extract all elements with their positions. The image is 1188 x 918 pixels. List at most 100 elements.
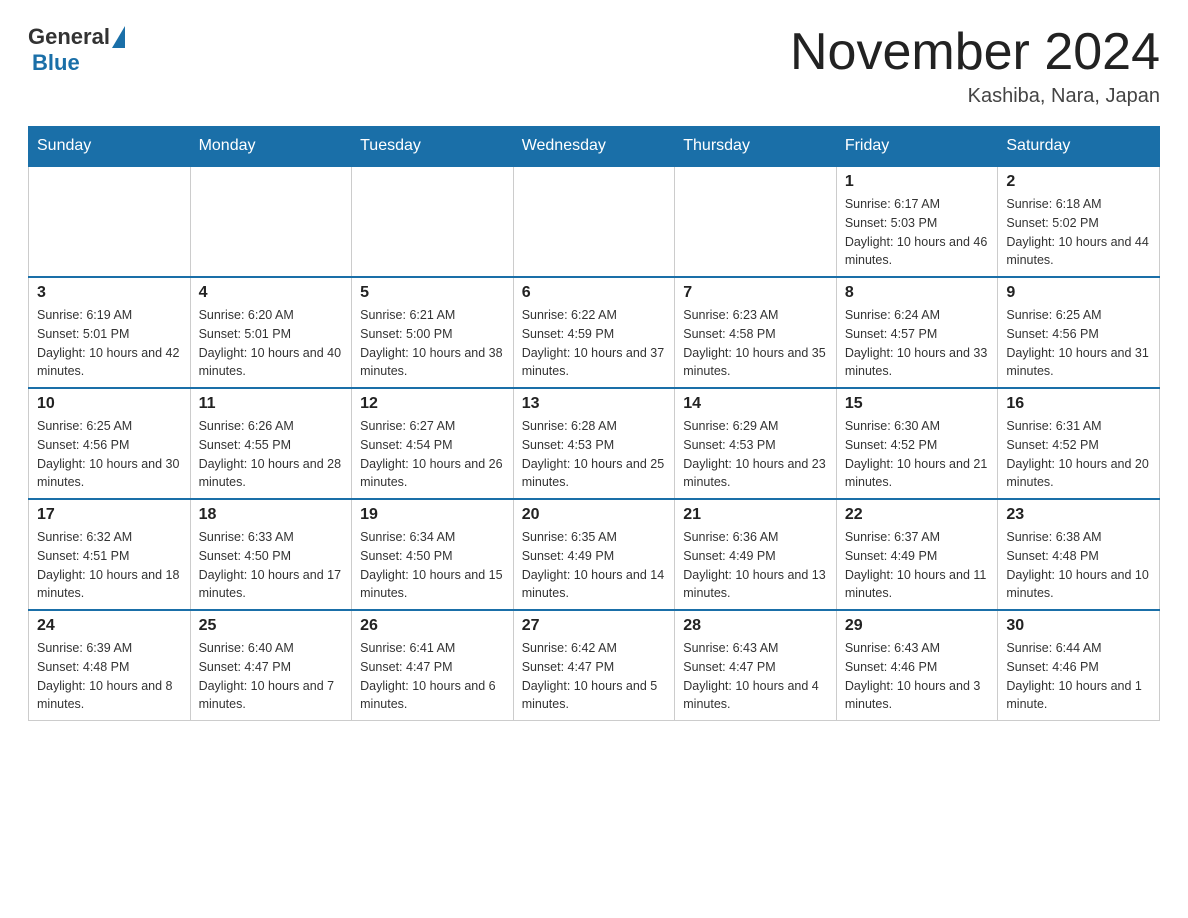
day-info: Sunrise: 6:34 AM Sunset: 4:50 PM Dayligh… — [360, 528, 505, 603]
calendar-cell-week5-day1: 24 Sunrise: 6:39 AM Sunset: 4:48 PM Dayli… — [29, 610, 191, 721]
calendar-cell-week4-day6: 22 Sunrise: 6:37 AM Sunset: 4:49 PM Dayli… — [836, 499, 998, 610]
day-number: 10 — [37, 395, 182, 413]
day-info: Sunrise: 6:30 AM Sunset: 4:52 PM Dayligh… — [845, 417, 990, 492]
col-header-saturday: Saturday — [998, 127, 1160, 167]
day-number: 30 — [1006, 617, 1151, 635]
day-info: Sunrise: 6:39 AM Sunset: 4:48 PM Dayligh… — [37, 639, 182, 714]
calendar-cell-week4-day5: 21 Sunrise: 6:36 AM Sunset: 4:49 PM Dayli… — [675, 499, 837, 610]
day-info: Sunrise: 6:38 AM Sunset: 4:48 PM Dayligh… — [1006, 528, 1151, 603]
day-number: 23 — [1006, 506, 1151, 524]
day-info: Sunrise: 6:31 AM Sunset: 4:52 PM Dayligh… — [1006, 417, 1151, 492]
day-number: 2 — [1006, 173, 1151, 191]
day-number: 17 — [37, 506, 182, 524]
calendar-cell-week2-day2: 4 Sunrise: 6:20 AM Sunset: 5:01 PM Daylig… — [190, 277, 352, 388]
calendar-header-row: Sunday Monday Tuesday Wednesday Thursday… — [29, 127, 1160, 167]
day-info: Sunrise: 6:25 AM Sunset: 4:56 PM Dayligh… — [1006, 306, 1151, 381]
calendar-cell-week2-day5: 7 Sunrise: 6:23 AM Sunset: 4:58 PM Daylig… — [675, 277, 837, 388]
calendar-cell-week3-day2: 11Sunrise: 6:26 AM Sunset: 4:55 PM Dayli… — [190, 388, 352, 499]
day-number: 21 — [683, 506, 828, 524]
calendar-week-row-3: 10 Sunrise: 6:25 AM Sunset: 4:56 PM Dayli… — [29, 388, 1160, 499]
day-info: Sunrise: 6:41 AM Sunset: 4:47 PM Dayligh… — [360, 639, 505, 714]
day-number: 1 — [845, 173, 990, 191]
day-info: Sunrise: 6:35 AM Sunset: 4:49 PM Dayligh… — [522, 528, 667, 603]
day-info: Sunrise: 6:27 AM Sunset: 4:54 PM Dayligh… — [360, 417, 505, 492]
calendar-week-row-1: 1 Sunrise: 6:17 AM Sunset: 5:03 PM Daylig… — [29, 166, 1160, 277]
calendar-cell-week1-day3 — [352, 166, 514, 277]
day-info: Sunrise: 6:36 AM Sunset: 4:49 PM Dayligh… — [683, 528, 828, 603]
day-number: 14 — [683, 395, 828, 413]
day-info: Sunrise: 6:40 AM Sunset: 4:47 PM Dayligh… — [199, 639, 344, 714]
day-info: Sunrise: 6:24 AM Sunset: 4:57 PM Dayligh… — [845, 306, 990, 381]
day-number: 4 — [199, 284, 344, 302]
col-header-monday: Monday — [190, 127, 352, 167]
logo: General Blue — [28, 24, 127, 76]
calendar-cell-week3-day6: 15 Sunrise: 6:30 AM Sunset: 4:52 PM Dayli… — [836, 388, 998, 499]
day-info: Sunrise: 6:20 AM Sunset: 5:01 PM Dayligh… — [199, 306, 344, 381]
location: Kashiba, Nara, Japan — [790, 85, 1160, 108]
calendar-cell-week4-day4: 20Sunrise: 6:35 AM Sunset: 4:49 PM Dayli… — [513, 499, 675, 610]
calendar-cell-week4-day7: 23 Sunrise: 6:38 AM Sunset: 4:48 PM Dayli… — [998, 499, 1160, 610]
day-info: Sunrise: 6:29 AM Sunset: 4:53 PM Dayligh… — [683, 417, 828, 492]
logo-blue-text: Blue — [32, 50, 80, 75]
month-title: November 2024 — [790, 24, 1160, 81]
calendar-cell-week4-day3: 19 Sunrise: 6:34 AM Sunset: 4:50 PM Dayli… — [352, 499, 514, 610]
calendar-cell-week5-day7: 30 Sunrise: 6:44 AM Sunset: 4:46 PM Dayli… — [998, 610, 1160, 721]
calendar-cell-week2-day7: 9Sunrise: 6:25 AM Sunset: 4:56 PM Daylig… — [998, 277, 1160, 388]
day-info: Sunrise: 6:17 AM Sunset: 5:03 PM Dayligh… — [845, 195, 990, 270]
calendar-cell-week1-day4 — [513, 166, 675, 277]
day-number: 8 — [845, 284, 990, 302]
col-header-wednesday: Wednesday — [513, 127, 675, 167]
day-number: 19 — [360, 506, 505, 524]
day-number: 24 — [37, 617, 182, 635]
day-number: 12 — [360, 395, 505, 413]
day-info: Sunrise: 6:19 AM Sunset: 5:01 PM Dayligh… — [37, 306, 182, 381]
day-number: 22 — [845, 506, 990, 524]
day-number: 6 — [522, 284, 667, 302]
day-number: 15 — [845, 395, 990, 413]
day-number: 13 — [522, 395, 667, 413]
header-right: November 2024 Kashiba, Nara, Japan — [790, 24, 1160, 108]
col-header-tuesday: Tuesday — [352, 127, 514, 167]
day-info: Sunrise: 6:33 AM Sunset: 4:50 PM Dayligh… — [199, 528, 344, 603]
col-header-thursday: Thursday — [675, 127, 837, 167]
calendar-cell-week3-day3: 12 Sunrise: 6:27 AM Sunset: 4:54 PM Dayli… — [352, 388, 514, 499]
calendar-cell-week1-day5 — [675, 166, 837, 277]
day-info: Sunrise: 6:25 AM Sunset: 4:56 PM Dayligh… — [37, 417, 182, 492]
day-info: Sunrise: 6:22 AM Sunset: 4:59 PM Dayligh… — [522, 306, 667, 381]
day-number: 28 — [683, 617, 828, 635]
calendar-week-row-4: 17 Sunrise: 6:32 AM Sunset: 4:51 PM Dayli… — [29, 499, 1160, 610]
day-number: 29 — [845, 617, 990, 635]
day-number: 3 — [37, 284, 182, 302]
calendar-week-row-2: 3 Sunrise: 6:19 AM Sunset: 5:01 PM Daylig… — [29, 277, 1160, 388]
calendar-cell-week4-day1: 17 Sunrise: 6:32 AM Sunset: 4:51 PM Dayli… — [29, 499, 191, 610]
day-info: Sunrise: 6:32 AM Sunset: 4:51 PM Dayligh… — [37, 528, 182, 603]
calendar-cell-week2-day6: 8 Sunrise: 6:24 AM Sunset: 4:57 PM Daylig… — [836, 277, 998, 388]
calendar-cell-week3-day5: 14 Sunrise: 6:29 AM Sunset: 4:53 PM Dayli… — [675, 388, 837, 499]
calendar-cell-week5-day5: 28 Sunrise: 6:43 AM Sunset: 4:47 PM Dayli… — [675, 610, 837, 721]
day-info: Sunrise: 6:23 AM Sunset: 4:58 PM Dayligh… — [683, 306, 828, 381]
calendar-cell-week3-day4: 13Sunrise: 6:28 AM Sunset: 4:53 PM Dayli… — [513, 388, 675, 499]
day-info: Sunrise: 6:21 AM Sunset: 5:00 PM Dayligh… — [360, 306, 505, 381]
col-header-friday: Friday — [836, 127, 998, 167]
calendar-table: Sunday Monday Tuesday Wednesday Thursday… — [28, 126, 1160, 721]
calendar-cell-week1-day7: 2Sunrise: 6:18 AM Sunset: 5:02 PM Daylig… — [998, 166, 1160, 277]
calendar-cell-week1-day2 — [190, 166, 352, 277]
calendar-cell-week5-day3: 26Sunrise: 6:41 AM Sunset: 4:47 PM Dayli… — [352, 610, 514, 721]
calendar-cell-week4-day2: 18Sunrise: 6:33 AM Sunset: 4:50 PM Dayli… — [190, 499, 352, 610]
logo-general-text: General — [28, 24, 110, 50]
calendar-cell-week5-day4: 27Sunrise: 6:42 AM Sunset: 4:47 PM Dayli… — [513, 610, 675, 721]
calendar-cell-week2-day3: 5Sunrise: 6:21 AM Sunset: 5:00 PM Daylig… — [352, 277, 514, 388]
calendar-cell-week3-day7: 16 Sunrise: 6:31 AM Sunset: 4:52 PM Dayli… — [998, 388, 1160, 499]
calendar-cell-week3-day1: 10 Sunrise: 6:25 AM Sunset: 4:56 PM Dayli… — [29, 388, 191, 499]
calendar-cell-week2-day4: 6 Sunrise: 6:22 AM Sunset: 4:59 PM Daylig… — [513, 277, 675, 388]
calendar-week-row-5: 24 Sunrise: 6:39 AM Sunset: 4:48 PM Dayli… — [29, 610, 1160, 721]
day-number: 7 — [683, 284, 828, 302]
day-info: Sunrise: 6:42 AM Sunset: 4:47 PM Dayligh… — [522, 639, 667, 714]
day-info: Sunrise: 6:44 AM Sunset: 4:46 PM Dayligh… — [1006, 639, 1151, 714]
day-info: Sunrise: 6:37 AM Sunset: 4:49 PM Dayligh… — [845, 528, 990, 603]
day-number: 16 — [1006, 395, 1151, 413]
day-info: Sunrise: 6:43 AM Sunset: 4:47 PM Dayligh… — [683, 639, 828, 714]
col-header-sunday: Sunday — [29, 127, 191, 167]
calendar-cell-week1-day6: 1 Sunrise: 6:17 AM Sunset: 5:03 PM Daylig… — [836, 166, 998, 277]
day-number: 25 — [199, 617, 344, 635]
